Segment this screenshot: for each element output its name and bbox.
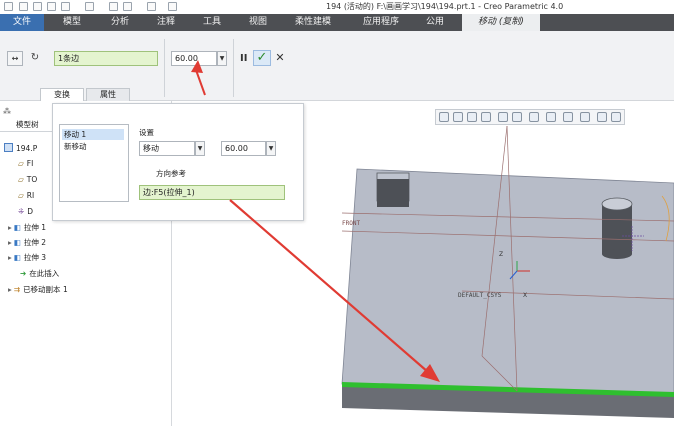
spin-center-icon[interactable] xyxy=(597,112,607,122)
datum-display-filters-icon[interactable] xyxy=(563,112,573,122)
window-icon[interactable] xyxy=(123,2,132,11)
transform-panel: 移动 1 新移动 设置 移动 ▼ 60.00 ▼ 方向参考 边:F5(拉伸_1) xyxy=(52,103,304,221)
tab-applications[interactable]: 应用程序 xyxy=(350,14,412,31)
close-window-icon[interactable] xyxy=(147,2,156,11)
move-list[interactable]: 移动 1 新移动 xyxy=(59,124,129,202)
tab-file[interactable]: 文件 xyxy=(0,14,44,31)
tree-item-datum-plane[interactable]: ▱ TO xyxy=(18,174,37,186)
regenerate-icon[interactable] xyxy=(109,2,118,11)
tab-properties[interactable]: 属性 xyxy=(86,88,130,101)
open-file-icon[interactable] xyxy=(33,2,42,11)
extrude-icon: ◧ xyxy=(13,223,21,232)
tree-item-extrude-2[interactable]: ▸ ◧ 拉伸 2 xyxy=(8,237,46,249)
move-type-select[interactable]: 移动 xyxy=(139,141,195,156)
datum-plane-icon: ▱ xyxy=(18,159,24,168)
tab-move-copy[interactable]: 移动 (复制) xyxy=(462,14,540,31)
repaint-icon[interactable] xyxy=(481,112,491,122)
direction-reference-field[interactable]: 边:F5(拉伸_1) xyxy=(139,185,285,200)
insert-arrow-icon: ➔ xyxy=(20,269,27,278)
list-item-move-1[interactable]: 移动 1 xyxy=(62,129,124,140)
customize-toolbar-icon[interactable] xyxy=(168,2,177,11)
expand-arrow-icon[interactable]: ▸ xyxy=(8,253,12,262)
tree-item-csys[interactable]: ⁜ D xyxy=(18,206,33,218)
move-distance-chevron-down-icon[interactable]: ▼ xyxy=(266,141,276,156)
cylinder-top xyxy=(601,197,633,211)
window-title: 194 (活动的) F:\画画学习\194\194.prt.1 - Creo P… xyxy=(326,2,564,11)
refit-icon[interactable] xyxy=(439,112,449,122)
move-dashboard: ↔ ↻ 1条边 60.00 ▼ II ✓ ✕ 变换 属性 xyxy=(0,31,674,101)
tab-model[interactable]: 模型 xyxy=(52,14,92,31)
extrude-icon: ◧ xyxy=(13,253,21,262)
front-plane-label: FRONT xyxy=(342,220,361,227)
reference-collector-field[interactable]: 1条边 xyxy=(54,51,158,66)
display-style-icon[interactable] xyxy=(498,112,508,122)
tree-item-insert-here[interactable]: ➔ 在此插入 xyxy=(20,268,59,280)
zoom-out-icon[interactable] xyxy=(467,112,477,122)
tab-view[interactable]: 视图 xyxy=(238,14,278,31)
cylinder-bottom xyxy=(602,249,632,259)
tree-root[interactable]: 194.P xyxy=(4,143,37,155)
app-logo-icon xyxy=(4,2,13,11)
datum-plane-icon: ▱ xyxy=(18,175,24,184)
cylinder-body xyxy=(602,204,632,254)
tab-transform[interactable]: 变换 xyxy=(40,88,84,101)
new-file-icon[interactable] xyxy=(19,2,28,11)
view-manager-icon[interactable] xyxy=(529,112,539,122)
tree-item-moved-copy-1[interactable]: ▸ ⇉ 已移动副本 1 xyxy=(8,284,68,296)
tree-item-extrude-1[interactable]: ▸ ◧ 拉伸 1 xyxy=(8,222,46,234)
tab-tools[interactable]: 工具 xyxy=(192,14,232,31)
extrude-icon: ◧ xyxy=(13,238,21,247)
annotation-display-icon[interactable] xyxy=(580,112,590,122)
expand-arrow-icon[interactable]: ▸ xyxy=(8,238,12,247)
confirm-checkmark-icon[interactable]: ✓ xyxy=(253,50,271,66)
title-bar: 194 (活动的) F:\画画学习\194\194.prt.1 - Creo P… xyxy=(0,0,674,14)
rotate-type-icon[interactable]: ↻ xyxy=(29,52,41,65)
direction-reference-label: 方向参考 xyxy=(156,169,186,178)
divider xyxy=(164,39,165,97)
tab-annotate[interactable]: 注释 xyxy=(146,14,186,31)
model-tree-header: 模型树 xyxy=(16,120,39,129)
divider xyxy=(0,131,52,132)
default-csys-label: DEFAULT_CSYS xyxy=(458,292,502,299)
move-distance-input[interactable]: 60.00 xyxy=(221,141,266,156)
tree-item-datum-plane[interactable]: ▱ FI xyxy=(18,158,33,170)
saved-orientations-icon[interactable] xyxy=(512,112,522,122)
csys-icon: ⁜ xyxy=(18,207,25,216)
boss-side xyxy=(377,179,409,207)
divider xyxy=(233,39,234,97)
redo-icon[interactable] xyxy=(85,2,94,11)
tab-flexible-modeling[interactable]: 柔性建模 xyxy=(284,14,342,31)
expand-arrow-icon[interactable]: ▸ xyxy=(8,223,12,232)
distance-input[interactable]: 60.00 xyxy=(171,51,217,66)
csys-display-icon[interactable] xyxy=(611,112,621,122)
distance-dropdown-chevron-down-icon[interactable]: ▼ xyxy=(217,51,227,66)
tree-view-icon[interactable]: ⁂ xyxy=(3,107,13,117)
pause-icon[interactable]: II xyxy=(240,53,250,65)
part-icon xyxy=(4,143,13,152)
ribbon-tabs: 文件 模型 分析 注释 工具 视图 柔性建模 应用程序 公用 移动 (复制) xyxy=(0,14,674,31)
settings-label: 设置 xyxy=(139,128,154,137)
list-item-new-move[interactable]: 新移动 xyxy=(62,141,89,152)
translate-type-button[interactable]: ↔ xyxy=(7,51,23,66)
save-icon[interactable] xyxy=(47,2,56,11)
undo-icon[interactable] xyxy=(61,2,70,11)
cancel-close-icon[interactable]: ✕ xyxy=(275,52,285,64)
view-toolbar xyxy=(435,109,625,125)
moved-copy-icon: ⇉ xyxy=(13,285,21,294)
datum-plane-icon: ▱ xyxy=(18,191,24,200)
perspective-view-icon[interactable] xyxy=(546,112,556,122)
tree-item-extrude-3[interactable]: ▸ ◧ 拉伸 3 xyxy=(8,252,46,264)
zoom-in-icon[interactable] xyxy=(453,112,463,122)
x-axis-label: X xyxy=(523,292,528,299)
tree-item-datum-plane[interactable]: ▱ RI xyxy=(18,190,34,202)
move-type-chevron-down-icon[interactable]: ▼ xyxy=(195,141,205,156)
z-axis-label: Z xyxy=(499,251,504,258)
tab-analysis[interactable]: 分析 xyxy=(100,14,140,31)
tab-common[interactable]: 公用 xyxy=(418,14,452,31)
expand-arrow-icon[interactable]: ▸ xyxy=(8,285,12,294)
